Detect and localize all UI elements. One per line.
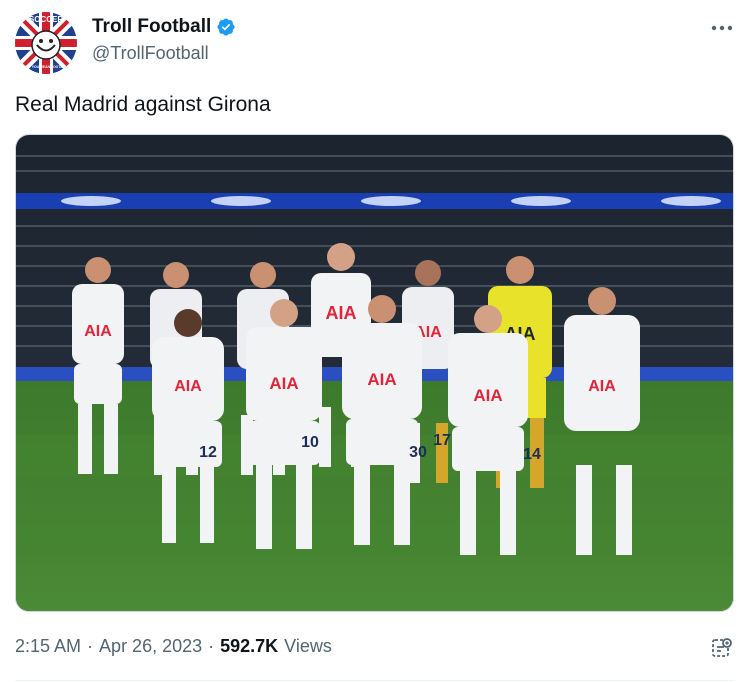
svg-text:AIA: AIA xyxy=(84,323,112,340)
svg-text:12: 12 xyxy=(199,444,217,461)
meta-separator: · xyxy=(87,636,94,656)
svg-text:AIA: AIA xyxy=(269,374,298,393)
svg-text:AIA: AIA xyxy=(367,370,396,389)
name-row: Troll Football xyxy=(92,16,236,38)
views-label: Views xyxy=(284,636,332,656)
views-count: 592.7K xyxy=(220,636,279,656)
svg-text:AIA: AIA xyxy=(588,378,616,395)
union-jack-avatar-icon: SOCCER DON'T YOU MEAN FOOTBALL? xyxy=(15,12,77,74)
tweet-text: Real Madrid against Girona xyxy=(15,93,271,116)
author-handle[interactable]: @TrollFootball xyxy=(92,43,209,64)
svg-text:SOCCER: SOCCER xyxy=(29,15,63,24)
verified-badge-icon[interactable] xyxy=(216,17,236,37)
svg-text:30: 30 xyxy=(409,444,427,461)
svg-text:AIA: AIA xyxy=(473,386,502,405)
svg-text:17: 17 xyxy=(433,432,451,449)
analytics-icon[interactable] xyxy=(708,634,736,662)
display-name[interactable]: Troll Football xyxy=(92,16,211,38)
tweet-time[interactable]: 2:15 AM xyxy=(15,636,81,657)
svg-text:10: 10 xyxy=(301,434,319,451)
tweet-date[interactable]: Apr 26, 2023 xyxy=(99,636,202,657)
svg-text:DON'T YOU MEAN FOOTBALL?: DON'T YOU MEAN FOOTBALL? xyxy=(20,65,71,69)
svg-text:AIA: AIA xyxy=(174,378,202,395)
bottom-divider xyxy=(15,680,734,681)
svg-text:14: 14 xyxy=(523,446,541,463)
svg-text:AIA: AIA xyxy=(326,303,357,323)
author-avatar[interactable]: SOCCER DON'T YOU MEAN FOOTBALL? xyxy=(15,12,77,74)
tweet-media-photo[interactable]: AIA AIA AIA AIA 12 AIA 10 AIA 30 17 AIA … xyxy=(15,134,734,612)
team-photo-image: AIA AIA AIA AIA 12 AIA 10 AIA 30 17 AIA … xyxy=(16,135,733,611)
more-options-icon[interactable] xyxy=(706,14,738,42)
tweet: SOCCER DON'T YOU MEAN FOOTBALL? Troll Fo… xyxy=(0,0,750,682)
meta-separator: · xyxy=(208,636,215,656)
tweet-meta: 2:15 AM · Apr 26, 2023 · 592.7K Views xyxy=(15,636,332,657)
